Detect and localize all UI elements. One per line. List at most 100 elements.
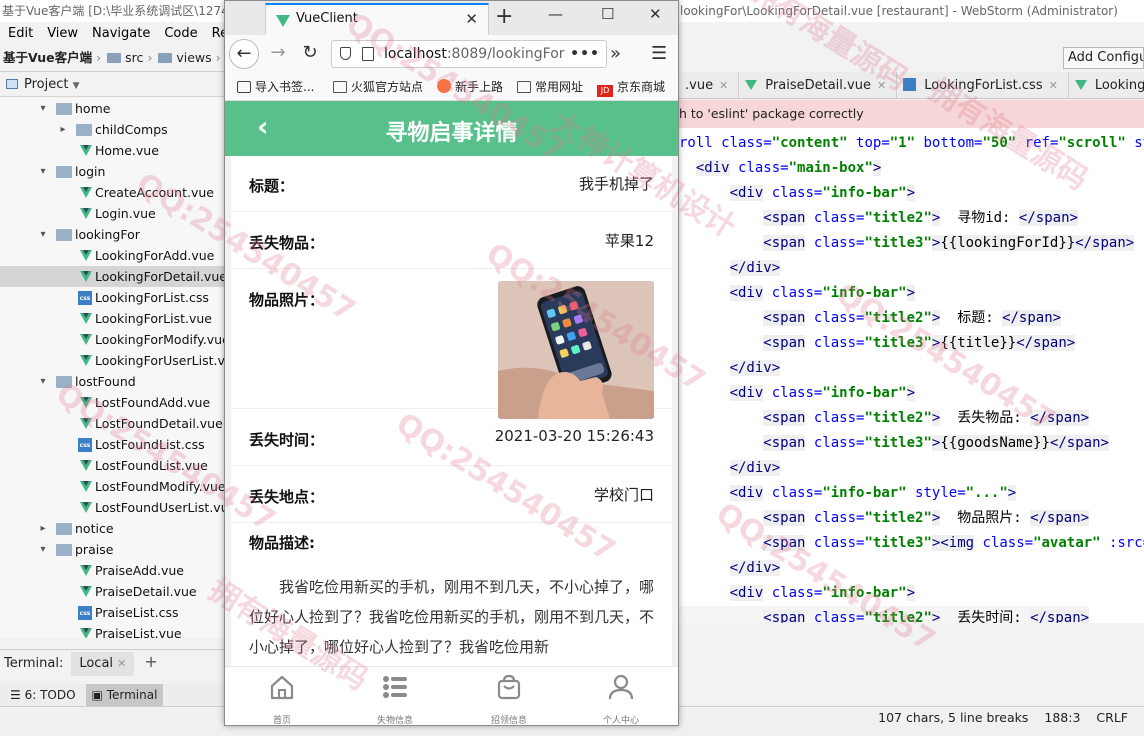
add-terminal-icon[interactable]: +	[144, 652, 157, 671]
chevron-down-icon[interactable]: ▾	[38, 371, 48, 392]
todo-tool-button[interactable]: ☰ 6: TODO	[4, 684, 82, 706]
chevron-down-icon[interactable]: ▾	[38, 98, 48, 119]
hamburger-menu-icon[interactable]: ☰	[651, 43, 667, 64]
tree-folder[interactable]: ▾ home	[0, 98, 224, 119]
editor-tab[interactable]: .vue ✕	[679, 72, 740, 98]
tree-file[interactable]: css LookingForList.css	[0, 287, 224, 308]
crumb-project[interactable]: 基于Vue客户端	[3, 50, 92, 65]
terminal-tab-local[interactable]: Local ✕	[71, 652, 135, 676]
info-row-title: 标题： 我手机掉了	[231, 156, 672, 212]
code-token: <span	[763, 335, 806, 351]
tree-folder[interactable]: ▾ login	[0, 161, 224, 182]
code-token: <img	[940, 535, 975, 551]
add-configuration-button[interactable]: Add Configur	[1063, 47, 1144, 69]
code-token: </div>	[729, 460, 781, 476]
tab-lost-info[interactable]: 失物信息	[350, 673, 440, 725]
code-editor[interactable]: roll class="content" top="1" bottom="50"…	[679, 128, 1144, 623]
tree-folder[interactable]: ▾ praise	[0, 539, 224, 560]
tree-file[interactable]: CreateAccount.vue	[0, 182, 224, 203]
code-token: <span	[763, 610, 806, 623]
tab-home[interactable]: 首页	[237, 673, 327, 725]
bottom-tool-buttons: ☰ 6: TODO ▣ Terminal	[0, 684, 224, 706]
tree-file[interactable]: LookingForList.vue	[0, 308, 224, 329]
reload-icon[interactable]: ↻	[295, 39, 325, 69]
editor-tab[interactable]: LookingForList.css ✕	[897, 72, 1069, 98]
bookmark-firefox-site[interactable]: 火狐官方站点	[333, 73, 423, 100]
item-photo[interactable]	[498, 281, 654, 419]
chevron-right-icon[interactable]: ▸	[38, 518, 48, 539]
status-position[interactable]: 188:3	[1044, 710, 1080, 725]
info-label: 丢失物品：	[249, 234, 325, 252]
project-panel-header[interactable]: Project ▼	[0, 73, 230, 97]
tree-folder[interactable]: ▸ childComps	[0, 119, 224, 140]
crumb-views[interactable]: views	[176, 50, 211, 65]
bookmark-common-sites[interactable]: 常用网址	[517, 73, 583, 100]
chevron-down-icon[interactable]: ▾	[38, 161, 48, 182]
status-line-ending[interactable]: CRLF	[1096, 710, 1128, 725]
minimize-icon[interactable]: —	[548, 5, 563, 23]
detail-content[interactable]: 标题： 我手机掉了 丢失物品： 苹果12 物品照片： 丢失时间： 2021-03…	[231, 156, 672, 666]
close-icon[interactable]: ✕	[465, 10, 478, 28]
bookmark-getting-started[interactable]: 新手上路	[437, 73, 503, 100]
forward-arrow-icon[interactable]: →	[263, 39, 293, 69]
editor-tab[interactable]: PraiseDetail.vue ✕	[739, 72, 898, 98]
tree-item-label: praise	[75, 542, 114, 557]
window-close-icon[interactable]: ✕	[649, 5, 662, 23]
tree-file[interactable]: LostFoundList.vue	[0, 455, 224, 476]
shield-icon[interactable]	[340, 47, 351, 60]
vue-file-icon	[78, 418, 94, 430]
tree-file[interactable]: LookingForUserList.vue	[0, 350, 224, 371]
chevron-right-icon[interactable]: ▸	[58, 119, 68, 140]
menu-edit[interactable]: Edit	[8, 26, 33, 41]
code-token: :src=	[1108, 535, 1144, 551]
close-icon[interactable]: ✕	[877, 79, 886, 92]
bookmark-import[interactable]: 导入书签...	[237, 73, 314, 100]
page-actions-icon[interactable]: •••	[570, 41, 600, 67]
close-icon[interactable]: ✕	[719, 79, 728, 92]
bookmark-jd[interactable]: JD 京东商城	[597, 73, 665, 100]
maximize-icon[interactable]: ☐	[601, 5, 614, 23]
menu-view[interactable]: View	[47, 26, 78, 41]
overflow-chevrons-icon[interactable]: »	[610, 43, 621, 64]
tree-file[interactable]: LookingForAdd.vue	[0, 245, 224, 266]
tree-file[interactable]: css LostFoundList.css	[0, 434, 224, 455]
tree-file[interactable]: LostFoundModify.vue	[0, 476, 224, 497]
tree-file[interactable]: LostFoundUserList.vue	[0, 497, 224, 518]
close-icon[interactable]: ✕	[117, 657, 126, 670]
chevron-down-icon[interactable]: ▾	[38, 539, 48, 560]
tree-file[interactable]: LookingForModify.vue	[0, 329, 224, 350]
tree-file[interactable]: PraiseAdd.vue	[0, 560, 224, 581]
menu-navigate[interactable]: Navigate	[92, 26, 150, 41]
browser-tab-bar: VueClient ✕ + — ☐ ✕	[225, 1, 678, 35]
code-line: <span class="title2"> 标题: </span>	[679, 306, 1062, 331]
code-line: </div>	[679, 256, 781, 281]
tree-file[interactable]: css PraiseList.css	[0, 602, 224, 623]
tab-profile[interactable]: 个人中心	[576, 673, 666, 725]
tree-file[interactable]: LookingForDetail.vue	[0, 266, 224, 287]
tree-file[interactable]: LostFoundAdd.vue	[0, 392, 224, 413]
terminal-label: Terminal:	[4, 656, 64, 671]
page-info-icon[interactable]	[362, 47, 374, 61]
back-arrow-icon[interactable]: ←	[229, 39, 259, 69]
crumb-src[interactable]: src	[125, 50, 143, 65]
tree-folder[interactable]: ▾ lookingFor	[0, 224, 224, 245]
close-icon[interactable]: ✕	[1049, 79, 1058, 92]
chevron-down-icon[interactable]: ▾	[38, 224, 48, 245]
new-tab-icon[interactable]: +	[495, 4, 513, 29]
terminal-tool-button[interactable]: ▣ Terminal	[85, 684, 164, 706]
tree-file[interactable]: Home.vue	[0, 140, 224, 161]
editor-tab[interactable]: LookingForLi	[1069, 72, 1144, 98]
tree-file[interactable]: PraiseDetail.vue	[0, 581, 224, 602]
tree-file[interactable]: Login.vue	[0, 203, 224, 224]
tab-found-info[interactable]: 招领信息	[464, 673, 554, 725]
tree-folder[interactable]: ▸ notice	[0, 518, 224, 539]
tree-folder[interactable]: ▾ lostFound	[0, 371, 224, 392]
tree-file[interactable]: PraiseList.vue	[0, 623, 224, 638]
menu-code[interactable]: Code	[164, 26, 197, 41]
browser-tab-vueclient[interactable]: VueClient ✕	[265, 3, 489, 35]
url-bar[interactable]: localhost:8089/lookingFor •••	[331, 40, 607, 68]
editor-tab-label: LookingForList.css	[924, 78, 1043, 93]
tree-file[interactable]: LostFoundDetail.vue	[0, 413, 224, 434]
